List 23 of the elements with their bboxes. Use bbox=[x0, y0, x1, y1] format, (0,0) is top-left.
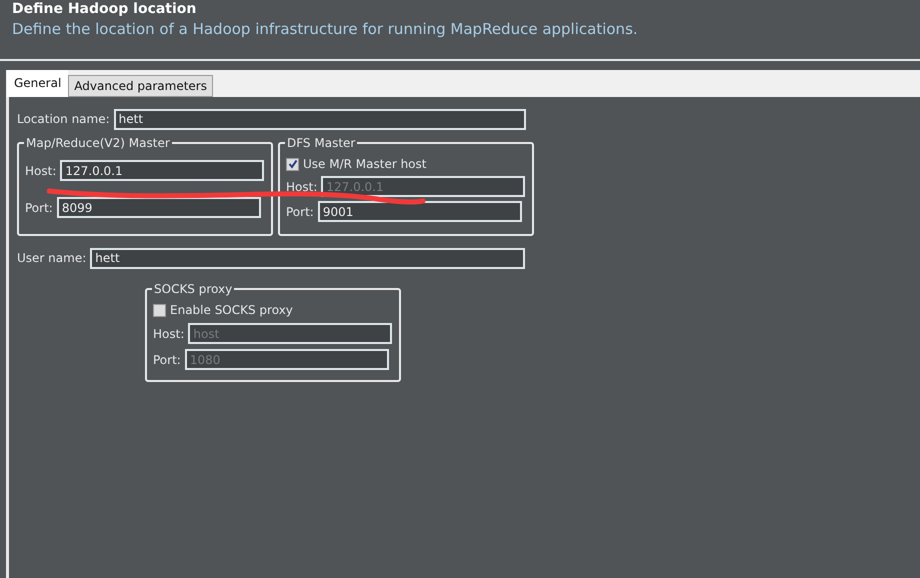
tab[interactable]: General bbox=[7, 70, 68, 97]
input-field[interactable]: hett bbox=[90, 248, 526, 268]
field-label: Port: bbox=[286, 204, 314, 218]
page-description: Define the location of a Hadoop infrastructure for running MapReduce applications. bbox=[12, 20, 639, 38]
field-label: Port: bbox=[25, 200, 53, 214]
field-label: Host: bbox=[153, 326, 184, 340]
input-field[interactable]: 9001 bbox=[318, 201, 522, 222]
checkbox-label: Enable SOCKS proxy bbox=[170, 303, 293, 317]
group-title: Map/Reduce(V2) Master bbox=[24, 135, 172, 151]
input-field[interactable]: 127.0.0.1 bbox=[60, 160, 264, 181]
field-label: User name: bbox=[17, 251, 86, 265]
group-title: SOCKS proxy bbox=[152, 281, 234, 297]
tab[interactable]: Advanced parameters bbox=[68, 75, 213, 97]
checkbox[interactable] bbox=[153, 304, 166, 316]
field-label: Location name: bbox=[17, 112, 110, 126]
input-field[interactable]: hett bbox=[114, 108, 526, 130]
page-title: Define Hadoop location bbox=[12, 0, 198, 18]
checkbox[interactable] bbox=[286, 158, 299, 170]
field-label: Host: bbox=[286, 180, 318, 194]
field-label: Host: bbox=[25, 164, 56, 178]
checkbox-label: Use M/R Master host bbox=[303, 157, 426, 171]
field-label: Port: bbox=[153, 352, 181, 366]
input-field[interactable]: 8099 bbox=[56, 197, 261, 218]
